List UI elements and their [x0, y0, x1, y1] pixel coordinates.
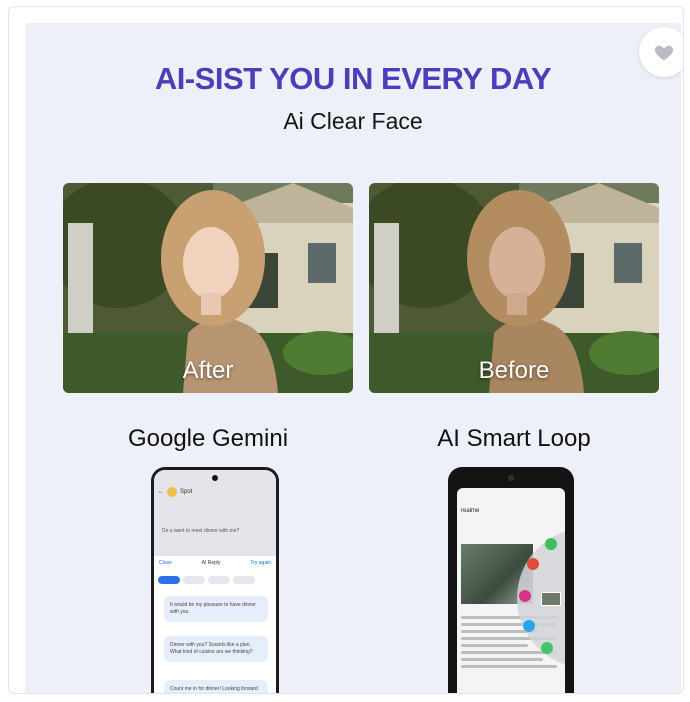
after-label: After — [182, 357, 234, 384]
gemini-feature-title: Google Gemini — [127, 425, 289, 452]
thumbnail-icon — [541, 592, 561, 606]
gemini-chat-area: ← Spot Do u want to meet dinner with me? — [154, 470, 276, 562]
gemini-ai-reply-label: AI Reply — [201, 560, 221, 566]
banner-headline: AI-SIST YOU IN EVERY DAY — [154, 61, 552, 96]
product-image-card: AI-SIST YOU IN EVERY DAY Ai Clear Face A… — [8, 6, 684, 694]
gemini-try-again-label: Try again — [250, 560, 271, 566]
front-camera-icon — [508, 475, 514, 481]
chrome-icon — [527, 558, 539, 570]
tone-chip — [233, 576, 255, 584]
reply-suggestion: It would be my pleasure to have dinner w… — [164, 596, 268, 622]
smart-loop-phone-mockup: realme — [448, 467, 574, 693]
front-camera-icon — [212, 475, 218, 481]
twitter-icon — [523, 620, 535, 632]
banner-subline: Ai Clear Face — [283, 108, 423, 134]
reply-suggestion: Dinner with you? Sounds like a plan. Wha… — [164, 636, 268, 662]
before-label: Before — [478, 357, 550, 384]
promo-banner: AI-SIST YOU IN EVERY DAY Ai Clear Face A… — [25, 23, 681, 693]
smart-loop-screen: realme — [457, 488, 565, 693]
spotify-icon — [541, 642, 553, 654]
contact-avatar-icon — [167, 487, 177, 497]
tone-chip — [158, 576, 180, 584]
whatsapp-icon — [545, 538, 557, 550]
gemini-phone-mockup: ← Spot Do u want to meet dinner with me?… — [151, 467, 279, 693]
after-photo: After — [63, 183, 353, 393]
heart-icon — [654, 45, 674, 61]
gemini-message: Do u want to meet dinner with me? — [162, 528, 240, 534]
favorite-button[interactable] — [639, 27, 683, 77]
gemini-search-row: ← Spot — [158, 484, 272, 500]
gemini-search-label: Spot — [180, 489, 193, 495]
gemini-close-label: Close — [159, 560, 172, 566]
back-arrow-icon: ← — [158, 489, 164, 495]
before-photo: Before — [369, 183, 659, 393]
tone-chip — [208, 576, 230, 584]
loop-screen-header: realme — [461, 508, 480, 514]
tone-chip — [183, 576, 205, 584]
smart-loop-feature-title: AI Smart Loop — [437, 425, 591, 452]
instagram-icon — [519, 590, 531, 602]
reply-suggestion: Count me in for dinner! Looking forward … — [164, 680, 268, 693]
gemini-tone-chips — [158, 576, 255, 584]
gemini-reply-bar: Close AI Reply Try again — [154, 556, 276, 570]
